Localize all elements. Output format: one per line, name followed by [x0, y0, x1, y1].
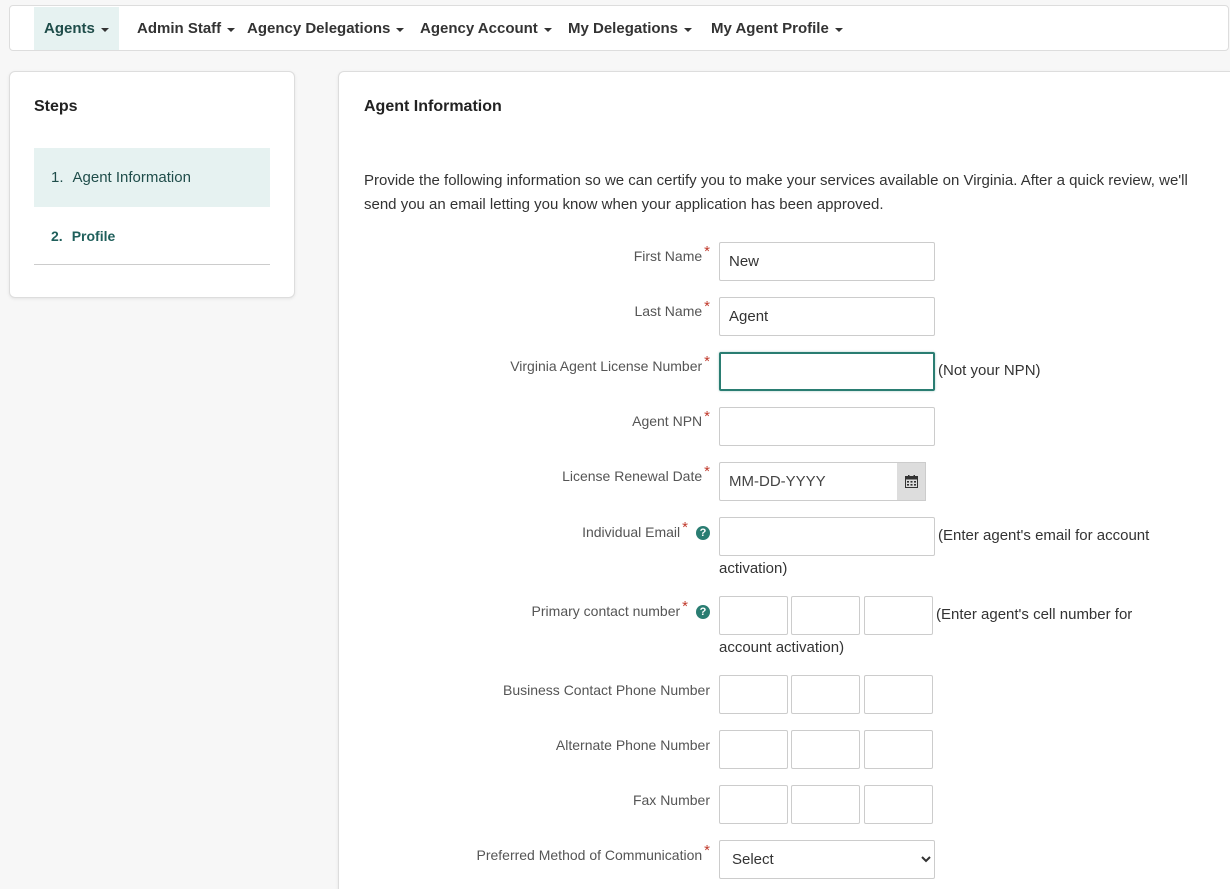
nav-agency-account-label: Agency Account [420, 20, 538, 37]
top-navbar: Agents Admin Staff Agency Delegations Ag… [9, 5, 1229, 51]
step-agent-information[interactable]: 1. Agent Information [34, 148, 270, 207]
caret-down-icon [227, 27, 236, 32]
email-label-text: Individual Email [582, 524, 681, 540]
question-circle-icon[interactable]: ? [696, 605, 710, 619]
form-title: Agent Information [364, 98, 502, 115]
primary-phone-note: (Enter agent's cell number for [936, 606, 1133, 623]
email-label: Individual Email *? [582, 519, 710, 541]
license-number-input[interactable] [719, 352, 935, 391]
intro-text: Provide the following information so we … [364, 172, 1188, 213]
required-marker: * [704, 842, 710, 859]
nav-agency-delegations-label: Agency Delegations [247, 20, 391, 37]
npn-label: Agent NPN * [632, 408, 710, 430]
last-name-label: Last Name * [634, 298, 710, 320]
license-number-label: Virginia Agent License Number * [510, 353, 710, 375]
nav-admin-staff-label: Admin Staff [137, 20, 222, 37]
calendar-button[interactable] [897, 462, 926, 501]
fax-line-input[interactable] [864, 785, 933, 824]
steps-title: Steps [34, 98, 78, 115]
step-number: 2. [51, 227, 63, 244]
primary-phone-area-input[interactable] [719, 596, 788, 635]
nav-agency-delegations[interactable]: Agency Delegations [237, 7, 414, 50]
primary-phone-note-cont: account activation) [719, 639, 845, 656]
preferred-method-select[interactable]: Select [719, 840, 935, 879]
email-note-cont: activation) [719, 560, 788, 577]
step-label: Agent Information [72, 169, 191, 186]
nav-agency-account[interactable]: Agency Account [410, 7, 562, 50]
caret-down-icon [834, 27, 843, 32]
caret-down-icon [100, 27, 109, 32]
required-marker: * [682, 519, 688, 536]
primary-phone-prefix-input[interactable] [791, 596, 860, 635]
fax-label-text: Fax Number [632, 792, 710, 808]
required-marker: * [704, 243, 710, 260]
license-number-note: (Not your NPN) [938, 362, 1041, 379]
required-marker: * [704, 353, 710, 370]
business-phone-label-text: Business Contact Phone Number [503, 682, 710, 698]
nav-my-delegations-label: My Delegations [568, 20, 679, 37]
preferred-method-label: Preferred Method of Communication * [476, 842, 710, 864]
business-phone-label: Business Contact Phone Number [503, 682, 710, 698]
step-number: 1. [51, 169, 64, 186]
alternate-phone-area-input[interactable] [719, 730, 788, 769]
first-name-label-text: First Name [633, 248, 703, 264]
nav-my-delegations[interactable]: My Delegations [558, 7, 702, 50]
last-name-label-text: Last Name [634, 303, 703, 319]
calendar-icon [904, 475, 918, 488]
license-number-label-text: Virginia Agent License Number [510, 358, 703, 374]
business-phone-line-input[interactable] [864, 675, 933, 714]
nav-admin-staff[interactable]: Admin Staff [127, 7, 245, 50]
primary-phone-line-input[interactable] [864, 596, 933, 635]
question-circle-icon[interactable]: ? [696, 526, 710, 540]
npn-label-text: Agent NPN [632, 413, 703, 429]
required-marker: * [704, 463, 710, 480]
fax-label: Fax Number [633, 792, 710, 808]
preferred-method-label-text: Preferred Method of Communication [476, 847, 703, 863]
first-name-input[interactable] [719, 242, 935, 281]
renewal-date-label: License Renewal Date * [562, 463, 710, 485]
primary-phone-label-text: Primary contact number [531, 603, 681, 619]
step-label: Profile [71, 227, 116, 244]
alternate-phone-label-text: Alternate Phone Number [555, 737, 710, 753]
alternate-phone-line-input[interactable] [864, 730, 933, 769]
caret-down-icon [543, 27, 552, 32]
alternate-phone-prefix-input[interactable] [791, 730, 860, 769]
fax-area-input[interactable] [719, 785, 788, 824]
fax-prefix-input[interactable] [791, 785, 860, 824]
primary-phone-label: Primary contact number *? [531, 598, 710, 620]
email-input[interactable] [719, 517, 935, 556]
caret-down-icon [396, 27, 405, 32]
required-marker: * [704, 298, 710, 315]
nav-agents-label: Agents [44, 20, 95, 37]
renewal-date-input[interactable] [719, 462, 898, 501]
business-phone-prefix-input[interactable] [791, 675, 860, 714]
email-note: (Enter agent's email for account [938, 527, 1150, 544]
business-phone-area-input[interactable] [719, 675, 788, 714]
steps-panel: Steps 1. Agent Information 2. Profile [9, 71, 295, 298]
renewal-date-label-text: License Renewal Date [562, 468, 703, 484]
nav-agents[interactable]: Agents [34, 7, 119, 50]
agent-information-panel: Agent Information Provide the following … [338, 71, 1230, 889]
nav-my-agent-profile-label: My Agent Profile [711, 20, 829, 37]
caret-down-icon [684, 27, 693, 32]
required-marker: * [704, 408, 710, 425]
npn-input[interactable] [719, 407, 935, 446]
alternate-phone-label: Alternate Phone Number [556, 737, 710, 753]
required-marker: * [682, 598, 688, 615]
step-profile[interactable]: 2. Profile [34, 207, 270, 265]
last-name-input[interactable] [719, 297, 935, 336]
nav-my-agent-profile[interactable]: My Agent Profile [701, 7, 853, 50]
first-name-label: First Name * [633, 243, 710, 265]
